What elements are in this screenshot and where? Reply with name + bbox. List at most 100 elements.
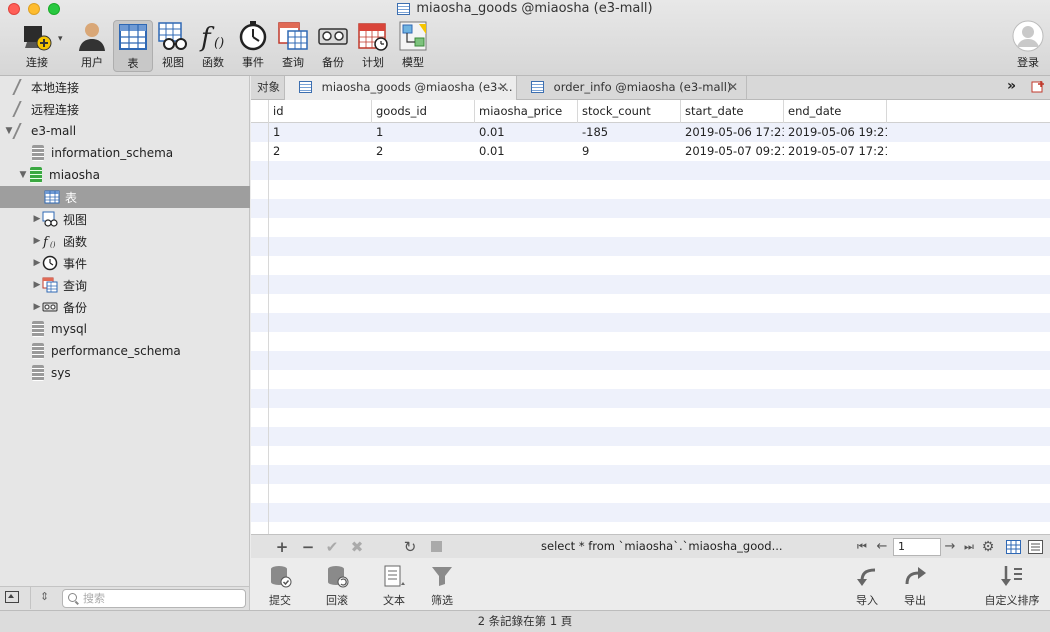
expand-arrow-icon[interactable]: ▶ — [32, 214, 42, 224]
first-page-icon[interactable]: ⏮ — [853, 538, 871, 556]
previous-page-icon[interactable]: ← — [873, 538, 891, 556]
column-header[interactable]: stock_count — [578, 100, 681, 123]
toggle-sidebar-icon[interactable] — [5, 591, 19, 603]
table-cell[interactable]: 9 — [578, 142, 681, 161]
tree-db-sys[interactable]: sys — [0, 362, 250, 384]
tree-queries[interactable]: ▶ 查询 — [0, 274, 250, 296]
table-row[interactable]: 2 2 0.01 9 2019-05-07 09:21 2019-05-07 1… — [251, 142, 1050, 161]
schedule-button[interactable]: 计划 — [353, 20, 393, 72]
expand-arrow-icon[interactable]: ▼ — [18, 170, 28, 180]
query-button[interactable]: 查询 — [273, 20, 313, 72]
delete-record-icon[interactable]: − — [299, 538, 317, 556]
model-button[interactable]: 模型 — [393, 20, 433, 72]
column-header[interactable]: id — [269, 100, 372, 123]
discard-changes-icon[interactable]: ✖ — [348, 538, 366, 556]
tree-db-performance-schema[interactable]: performance_schema — [0, 340, 250, 362]
view-button[interactable]: 视图 — [153, 20, 193, 72]
clock-icon — [237, 20, 269, 52]
text-button[interactable]: 文本 — [381, 564, 407, 608]
function-button[interactable]: f() 函数 — [193, 20, 233, 72]
submit-button[interactable]: 提交 — [267, 564, 293, 608]
tree-e3-mall[interactable]: ▼ e3-mall — [0, 120, 250, 142]
tree-tables[interactable]: 表 — [0, 186, 250, 208]
export-button[interactable]: 导出 — [902, 564, 928, 608]
table-cell[interactable]: 2019-05-07 09:21 — [681, 142, 784, 161]
tab-order-info[interactable]: order_info @miaosha (e3-mall) ✕ — [517, 76, 747, 100]
sort-updown-icon[interactable]: ⇕ — [40, 590, 49, 603]
expand-arrow-icon[interactable]: ▶ — [32, 258, 42, 268]
svg-text:(): () — [50, 241, 56, 249]
tab-bar: 对象 miaosha_goods @miaosha (e3-... ✕ orde… — [251, 76, 1050, 100]
export-arrow-icon — [903, 564, 927, 588]
tree-db-mysql[interactable]: mysql — [0, 318, 250, 340]
more-tabs-icon[interactable]: » — [1007, 78, 1016, 94]
tree-backups[interactable]: ▶ 备份 — [0, 296, 250, 318]
event-button[interactable]: 事件 — [233, 20, 273, 72]
tab-miaosha-goods[interactable]: miaosha_goods @miaosha (e3-... ✕ — [285, 76, 517, 100]
close-tab-icon[interactable]: ✕ — [728, 76, 738, 99]
expand-arrow-icon[interactable]: ▼ — [4, 126, 14, 136]
search-input[interactable]: 搜索 — [62, 589, 246, 608]
query-icon — [277, 20, 309, 52]
connect-dropdown-icon[interactable]: ▾ — [58, 34, 63, 44]
form-view-icon[interactable] — [1028, 540, 1043, 554]
backup-button[interactable]: 备份 — [313, 20, 353, 72]
rollback-button[interactable]: 回滚 — [324, 564, 350, 608]
tree-db-information-schema[interactable]: information_schema — [0, 142, 250, 164]
new-tab-icon[interactable] — [1031, 80, 1045, 94]
user-button[interactable]: 用户 — [72, 20, 112, 72]
import-arrow-icon — [855, 564, 879, 588]
tree-remote-connection[interactable]: 远程连接 — [0, 98, 250, 120]
import-button[interactable]: 导入 — [854, 564, 880, 608]
empty-row — [251, 313, 1050, 332]
column-header[interactable]: start_date — [681, 100, 784, 123]
expand-arrow-icon[interactable]: ▶ — [32, 236, 42, 246]
apply-changes-icon[interactable]: ✔ — [323, 538, 341, 556]
connection-icon — [12, 123, 30, 139]
column-header[interactable]: goods_id — [372, 100, 475, 123]
stop-icon[interactable] — [431, 541, 442, 552]
table-row[interactable]: 1 1 0.01 -185 2019-05-06 17:23 2019-05-0… — [251, 123, 1050, 142]
tree-db-miaosha[interactable]: ▼ miaosha — [0, 164, 250, 186]
expand-arrow-icon[interactable]: ▶ — [32, 280, 42, 290]
tree-functions[interactable]: ▶ f() 函数 — [0, 230, 250, 252]
close-tab-icon[interactable]: ✕ — [498, 76, 508, 99]
table-cell[interactable]: 2 — [372, 142, 475, 161]
page-number-input[interactable]: 1 — [893, 538, 941, 556]
tree-views[interactable]: ▶ 视图 — [0, 208, 250, 230]
table-cell[interactable]: 0.01 — [475, 142, 578, 161]
table-button[interactable]: 表 — [113, 20, 153, 72]
tree-local-connection[interactable]: 本地连接 — [0, 76, 250, 98]
login-button[interactable]: 登录 — [1008, 20, 1048, 72]
table-cell[interactable]: 2019-05-07 17:21: — [784, 142, 887, 161]
grid-view-icon[interactable] — [1006, 540, 1021, 554]
expand-arrow-icon[interactable]: ▶ — [32, 302, 42, 312]
gear-icon[interactable]: ⚙ — [979, 538, 997, 556]
tab-objects[interactable]: 对象 — [251, 76, 285, 100]
custom-sort-button[interactable]: 自定义排序 — [983, 564, 1041, 608]
view-icon — [157, 20, 189, 52]
add-record-icon[interactable]: + — [273, 538, 291, 556]
status-bar: 2 条記錄在第 1 頁 — [0, 610, 1050, 632]
table-cell[interactable]: 1 — [372, 123, 475, 142]
next-page-icon[interactable]: → — [941, 538, 959, 556]
table-cell[interactable]: 0.01 — [475, 123, 578, 142]
table-icon — [397, 2, 411, 15]
filter-button[interactable]: 筛选 — [429, 564, 455, 608]
connect-button[interactable]: 连接 — [14, 20, 60, 72]
table-icon — [299, 81, 312, 93]
table-cell[interactable]: 2 — [269, 142, 372, 161]
refresh-icon[interactable]: ↻ — [401, 538, 419, 556]
table-cell[interactable]: 1 — [269, 123, 372, 142]
table-cell[interactable]: 2019-05-06 17:23 — [681, 123, 784, 142]
user-icon — [76, 20, 108, 52]
svg-text:f: f — [199, 23, 215, 52]
last-page-icon[interactable]: ⏭ — [960, 538, 978, 556]
tree-events[interactable]: ▶ 事件 — [0, 252, 250, 274]
column-header[interactable]: miaosha_price — [475, 100, 578, 123]
table-cell[interactable]: 2019-05-06 19:21 — [784, 123, 887, 142]
empty-row — [251, 275, 1050, 294]
column-header[interactable]: end_date — [784, 100, 887, 123]
empty-row — [251, 332, 1050, 351]
table-cell[interactable]: -185 — [578, 123, 681, 142]
